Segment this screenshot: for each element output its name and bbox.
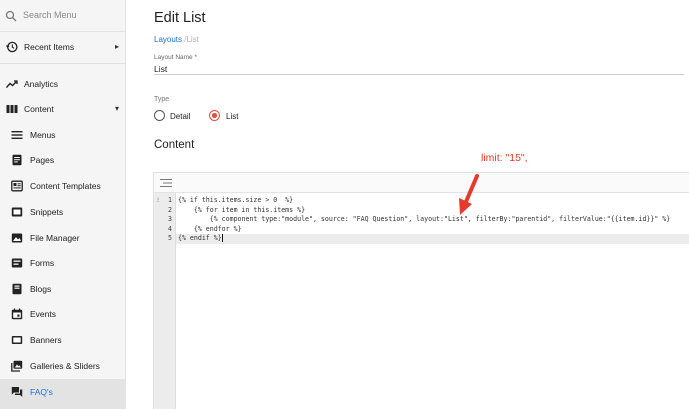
layout-name-label: Layout Name * (154, 54, 197, 61)
sidebar-item-label: Banners (30, 335, 62, 345)
code-line[interactable]: {% endfor %} (176, 225, 689, 235)
sidebar-item-snippets[interactable]: Snippets (0, 201, 126, 223)
code-area[interactable]: {% if this.items.size > 0 %} {% for item… (176, 193, 689, 409)
sidebar-item-banners[interactable]: Banners (0, 329, 126, 351)
book-icon (12, 283, 22, 295)
line-number: 3 (168, 215, 172, 223)
breadcrumb-current: List (186, 35, 199, 44)
calendar-icon (11, 308, 23, 320)
sidebar-item-pages[interactable]: Pages (0, 149, 126, 171)
template-icon (11, 180, 23, 192)
editor-toolbar (154, 173, 689, 193)
sidebar-item-label: Menus (30, 130, 56, 140)
code-line[interactable]: {% if this.items.size > 0 %} (176, 196, 689, 206)
sidebar-item-label: Snippets (30, 207, 64, 217)
sidebar-item-label: Content Templates (30, 181, 101, 191)
columns-icon (6, 105, 18, 113)
snippet-icon (11, 207, 23, 217)
menu-icon (11, 131, 23, 139)
banner-icon (11, 336, 23, 344)
radio-list-label[interactable]: List (226, 112, 238, 121)
sidebar-item-menus[interactable]: Menus (0, 124, 126, 146)
sidebar-item-events[interactable]: Events (0, 303, 126, 325)
code-editor[interactable]: ⁝ 1 2 3 4 5 {% if this.items.size > 0 %}… (153, 172, 689, 409)
sidebar-item-label: File Manager (30, 233, 80, 243)
sidebar-item-label: Pages (30, 155, 55, 165)
breadcrumb: Layouts /List (154, 35, 199, 44)
layout-name-field[interactable]: List (154, 64, 167, 74)
page-icon (12, 154, 22, 166)
sidebar-item-label: Analytics (24, 79, 59, 89)
layout-name-underline (154, 74, 684, 75)
chevron-down-icon: ▾ (114, 104, 119, 113)
type-label: Type (154, 96, 170, 103)
line-number: 4 (168, 224, 172, 233)
text-cursor (221, 234, 223, 242)
sidebar-item-analytics[interactable]: Analytics (0, 73, 126, 95)
code-line[interactable]: {% component type:"module", source: "FAQ… (176, 215, 689, 225)
sidebar-item-file-manager[interactable]: File Manager (0, 227, 126, 249)
search-input[interactable]: Search Menu (23, 10, 77, 20)
line-number: 2 (168, 205, 172, 214)
breadcrumb-link-layouts[interactable]: Layouts (154, 35, 182, 44)
radio-list[interactable] (209, 110, 220, 121)
sidebar-item-content-templates[interactable]: Content Templates (0, 175, 126, 197)
search-bar[interactable]: Search Menu (0, 0, 126, 32)
chevron-right-icon: ▸ (114, 42, 119, 51)
history-icon (6, 41, 18, 53)
code-line-text: {% endif %} (178, 234, 222, 242)
content-heading: Content (154, 139, 195, 151)
sidebar-item-label: Blogs (30, 284, 52, 294)
sidebar-item-label: Content (24, 104, 54, 114)
faq-icon (11, 387, 23, 397)
line-gutter: ⁝ 1 2 3 4 5 (154, 193, 176, 409)
page-title: Edit List (154, 10, 206, 26)
format-icon[interactable] (160, 178, 172, 188)
sidebar-item-label: Recent Items (24, 42, 75, 52)
annotation-text: limit: "15", (481, 152, 528, 164)
sidebar-item-label: FAQ's (30, 387, 53, 397)
line-number: 1 (168, 196, 172, 204)
line-number: 5 (168, 234, 172, 242)
sidebar-item-blogs[interactable]: Blogs (0, 278, 126, 300)
annotation-arrow-icon (459, 174, 479, 215)
divider (0, 63, 126, 64)
sidebar-item-forms[interactable]: Forms (0, 252, 126, 274)
sidebar-item-faqs[interactable]: FAQ's (0, 379, 126, 409)
code-line-active[interactable]: {% endif %} (176, 234, 689, 244)
sidebar-item-label: Forms (30, 258, 55, 268)
radio-detail-label[interactable]: Detail (170, 112, 190, 121)
sidebar-item-recent-items[interactable]: Recent Items ▸ (0, 36, 126, 58)
sidebar: Search Menu Recent Items ▸ Analytics Con… (0, 0, 126, 409)
form-icon (11, 258, 23, 268)
gallery-icon (11, 360, 23, 372)
sidebar-item-label: Events (30, 309, 56, 319)
trending-up-icon (6, 80, 18, 88)
search-icon (5, 10, 17, 22)
radio-detail[interactable] (154, 110, 165, 121)
sidebar-item-galleries-sliders[interactable]: Galleries & Sliders (0, 355, 126, 377)
sidebar-item-content[interactable]: Content ▾ (0, 98, 126, 120)
sidebar-item-label: Galleries & Sliders (30, 361, 100, 371)
code-line[interactable]: {% for item in this.items %} (176, 206, 689, 216)
image-icon (11, 233, 23, 243)
